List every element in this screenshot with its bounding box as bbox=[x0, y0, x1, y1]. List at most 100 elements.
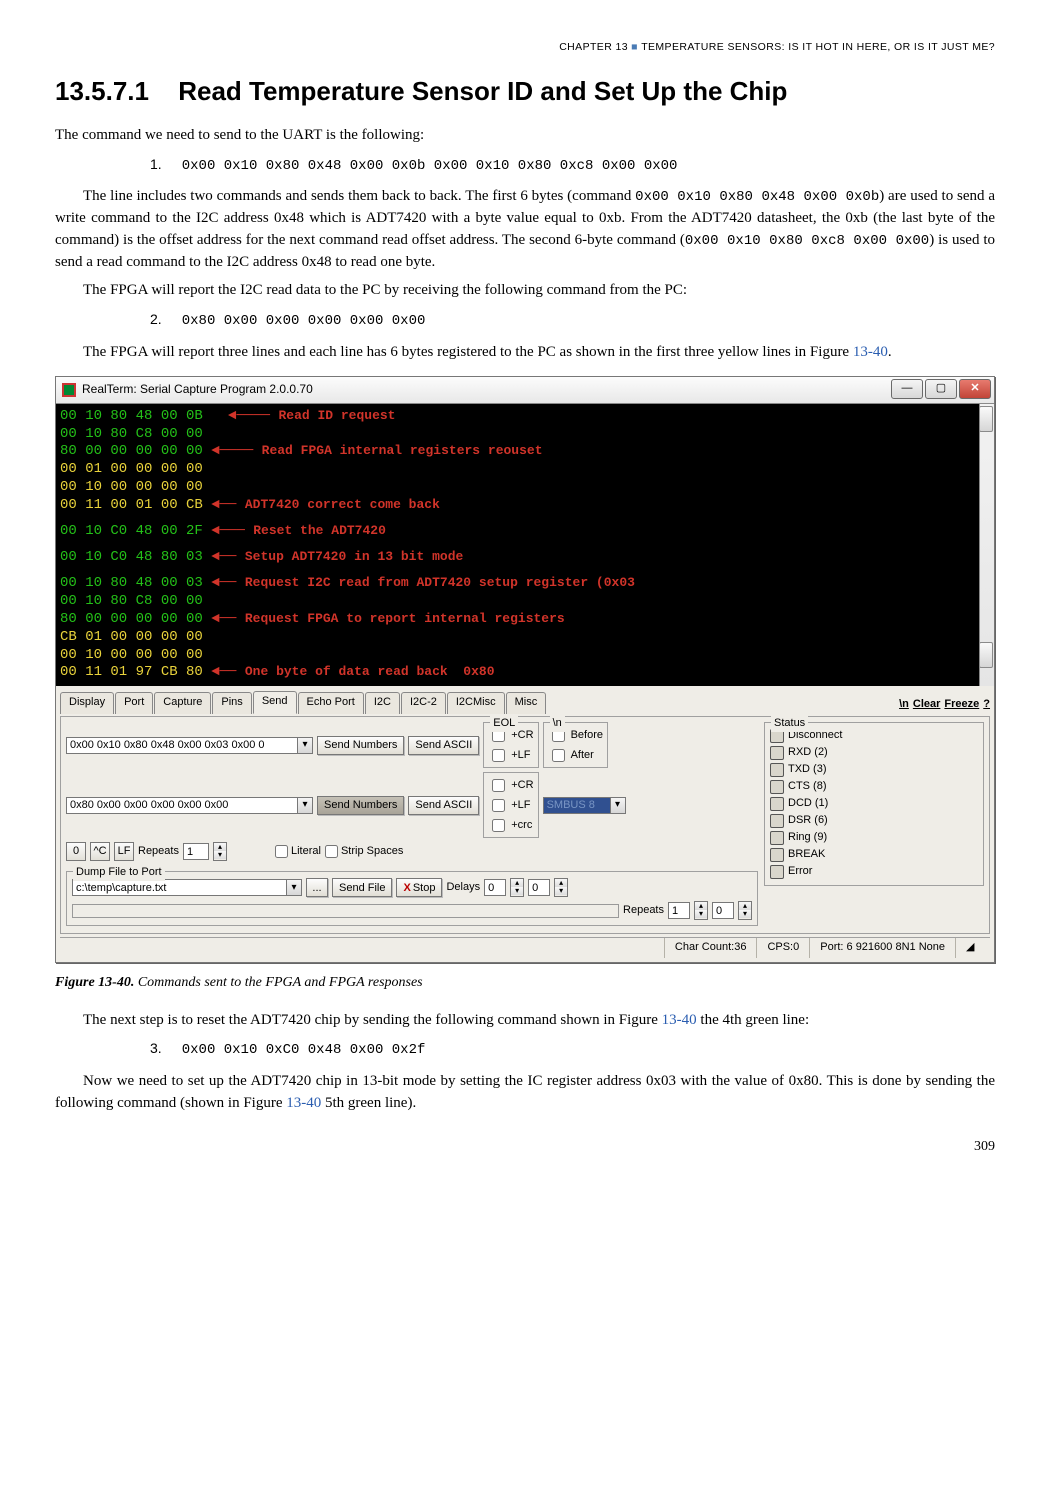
zero-button[interactable]: 0 bbox=[66, 842, 86, 861]
send-input-2[interactable] bbox=[66, 797, 298, 814]
browse-button[interactable]: ... bbox=[306, 878, 328, 897]
tab-port[interactable]: Port bbox=[115, 692, 153, 714]
ordinal-2: 2. bbox=[150, 309, 178, 329]
smbus-input[interactable] bbox=[543, 797, 611, 814]
hex-line: 00 10 80 C8 00 00 bbox=[60, 593, 203, 609]
smbus-combo[interactable]: ▾ bbox=[543, 797, 626, 814]
delays-input-2[interactable] bbox=[528, 879, 550, 896]
eol-cr-2[interactable]: +CR bbox=[488, 776, 533, 795]
resize-grip-icon[interactable]: ◢ bbox=[956, 938, 990, 958]
eol-lf-2[interactable]: +LF bbox=[488, 796, 533, 815]
scrollbar-track[interactable] bbox=[979, 404, 994, 687]
tab-pins[interactable]: Pins bbox=[212, 692, 251, 714]
hex-line: CB 01 00 00 00 00 bbox=[60, 629, 203, 645]
window-titlebar[interactable]: RealTerm: Serial Capture Program 2.0.0.7… bbox=[56, 377, 994, 404]
after-check[interactable]: After bbox=[548, 746, 603, 765]
send-combo-1[interactable]: ▾ bbox=[66, 737, 313, 754]
terminal-output[interactable]: 00 10 80 48 00 0B ◄──── Read ID request … bbox=[56, 404, 994, 687]
status-item: Error bbox=[788, 864, 812, 880]
hex-line: 80 00 00 00 00 00 bbox=[60, 443, 203, 459]
hex-line: 00 10 80 C8 00 00 bbox=[60, 426, 203, 442]
scrollbar-thumb-top[interactable] bbox=[979, 406, 993, 432]
text-run: The next step is to reset the ADT7420 ch… bbox=[83, 1012, 662, 1028]
repeats2-spinner[interactable]: ▴▾ bbox=[694, 901, 708, 920]
ordinal-3: 3. bbox=[150, 1038, 178, 1058]
newline-link[interactable]: \n bbox=[899, 697, 909, 713]
status-item: Ring (9) bbox=[788, 830, 827, 846]
paragraph: The FPGA will report the I2C read data t… bbox=[55, 280, 995, 302]
statusbar-char-count: Char Count:36 bbox=[665, 938, 758, 958]
text-run: Now we need to set up the ADT7420 chip i… bbox=[55, 1073, 995, 1111]
command-3-text: 0x00 0x10 0xC0 0x48 0x00 0x2f bbox=[182, 1042, 426, 1058]
delays-label: Delays bbox=[446, 880, 480, 896]
dump-file-combo[interactable]: ▾ bbox=[72, 879, 302, 896]
send-file-button[interactable]: Send File bbox=[332, 878, 392, 897]
tab-send[interactable]: Send bbox=[253, 691, 297, 714]
repeats2-spinner-2[interactable]: ▴▾ bbox=[738, 901, 752, 920]
text-run: the 4th green line: bbox=[697, 1012, 809, 1028]
repeats-spinner[interactable]: ▴▾ bbox=[213, 842, 227, 861]
repeats-input[interactable] bbox=[183, 843, 209, 860]
command-2-text: 0x80 0x00 0x00 0x00 0x00 0x00 bbox=[182, 313, 426, 329]
chevron-down-icon[interactable]: ▾ bbox=[611, 797, 626, 814]
chevron-down-icon[interactable]: ▾ bbox=[287, 879, 302, 896]
app-window: RealTerm: Serial Capture Program 2.0.0.7… bbox=[55, 376, 995, 964]
section-heading: 13.5.7.1 Read Temperature Sensor ID and … bbox=[55, 73, 995, 111]
chevron-down-icon[interactable]: ▾ bbox=[298, 797, 313, 814]
lf-button[interactable]: LF bbox=[114, 842, 134, 861]
annotation: Read FPGA internal registers reouset bbox=[262, 443, 543, 458]
close-button[interactable]: ✕ bbox=[959, 379, 991, 399]
tab-echo-port[interactable]: Echo Port bbox=[298, 692, 364, 714]
figure-link[interactable]: 13-40 bbox=[853, 344, 888, 360]
tab-i2cmisc[interactable]: I2CMisc bbox=[447, 692, 505, 714]
tab-display[interactable]: Display bbox=[60, 692, 114, 714]
command-1-text: 0x00 0x10 0x80 0x48 0x00 0x0b 0x00 0x10 … bbox=[182, 158, 678, 174]
chevron-down-icon[interactable]: ▾ bbox=[298, 737, 313, 754]
tab-i2c-2[interactable]: I2C-2 bbox=[401, 692, 446, 714]
tab-capture[interactable]: Capture bbox=[154, 692, 211, 714]
freeze-link[interactable]: Freeze bbox=[944, 697, 979, 713]
tab-strip: Display Port Capture Pins Send Echo Port… bbox=[60, 690, 990, 713]
send-ascii-button-2[interactable]: Send ASCII bbox=[408, 796, 479, 815]
figure-caption: Figure 13-40. Commands sent to the FPGA … bbox=[55, 973, 995, 993]
send-numbers-button-1[interactable]: Send Numbers bbox=[317, 736, 404, 755]
send-input-1[interactable] bbox=[66, 737, 298, 754]
dump-file-input[interactable] bbox=[72, 879, 287, 896]
clear-link[interactable]: Clear bbox=[913, 697, 941, 713]
minimize-button[interactable]: — bbox=[891, 379, 923, 399]
annotation: One byte of data read back 0x80 bbox=[245, 664, 495, 679]
maximize-button[interactable]: ▢ bbox=[925, 379, 957, 399]
led-icon bbox=[770, 763, 784, 777]
inline-code: 0x00 0x10 0x80 0x48 0x00 0x0b bbox=[635, 189, 879, 205]
literal-check[interactable]: Literal bbox=[275, 844, 321, 860]
send-numbers-button-2[interactable]: Send Numbers bbox=[317, 796, 404, 815]
hex-line: 00 11 00 01 00 CB bbox=[60, 497, 203, 513]
figure-link[interactable]: 13-40 bbox=[286, 1095, 321, 1111]
hex-line: 00 10 80 48 00 0B bbox=[60, 408, 203, 424]
scrollbar-thumb-mid[interactable] bbox=[979, 642, 993, 668]
tab-i2c[interactable]: I2C bbox=[365, 692, 400, 714]
repeats2-input-2[interactable] bbox=[712, 902, 734, 919]
paragraph: The command we need to send to the UART … bbox=[55, 125, 995, 147]
send-combo-2[interactable]: ▾ bbox=[66, 797, 313, 814]
status-item: DSR (6) bbox=[788, 813, 828, 829]
eol-crc[interactable]: +crc bbox=[488, 816, 533, 835]
ordinal-1: 1. bbox=[150, 154, 178, 174]
repeats2-input[interactable] bbox=[668, 902, 690, 919]
stop-button[interactable]: X Stop bbox=[396, 878, 442, 897]
strip-spaces-check[interactable]: Strip Spaces bbox=[325, 844, 403, 860]
window-title: RealTerm: Serial Capture Program 2.0.0.7… bbox=[82, 381, 313, 398]
ctrl-c-button[interactable]: ^C bbox=[90, 842, 110, 861]
figure-link[interactable]: 13-40 bbox=[662, 1012, 697, 1028]
send-ascii-button-1[interactable]: Send ASCII bbox=[408, 736, 479, 755]
statusbar-port: Port: 6 921600 8N1 None bbox=[810, 938, 956, 958]
eol-lf-1[interactable]: +LF bbox=[488, 746, 533, 765]
tab-misc[interactable]: Misc bbox=[506, 692, 547, 714]
help-link[interactable]: ? bbox=[983, 697, 990, 713]
delays-spinner-1[interactable]: ▴▾ bbox=[510, 878, 524, 897]
eol-legend: EOL bbox=[490, 716, 518, 732]
delays-spinner-2[interactable]: ▴▾ bbox=[554, 878, 568, 897]
delays-input-1[interactable] bbox=[484, 879, 506, 896]
command-item-3: 3. 0x00 0x10 0xC0 0x48 0x00 0x2f bbox=[55, 1038, 995, 1061]
annotation: Request FPGA to report internal register… bbox=[245, 611, 565, 626]
